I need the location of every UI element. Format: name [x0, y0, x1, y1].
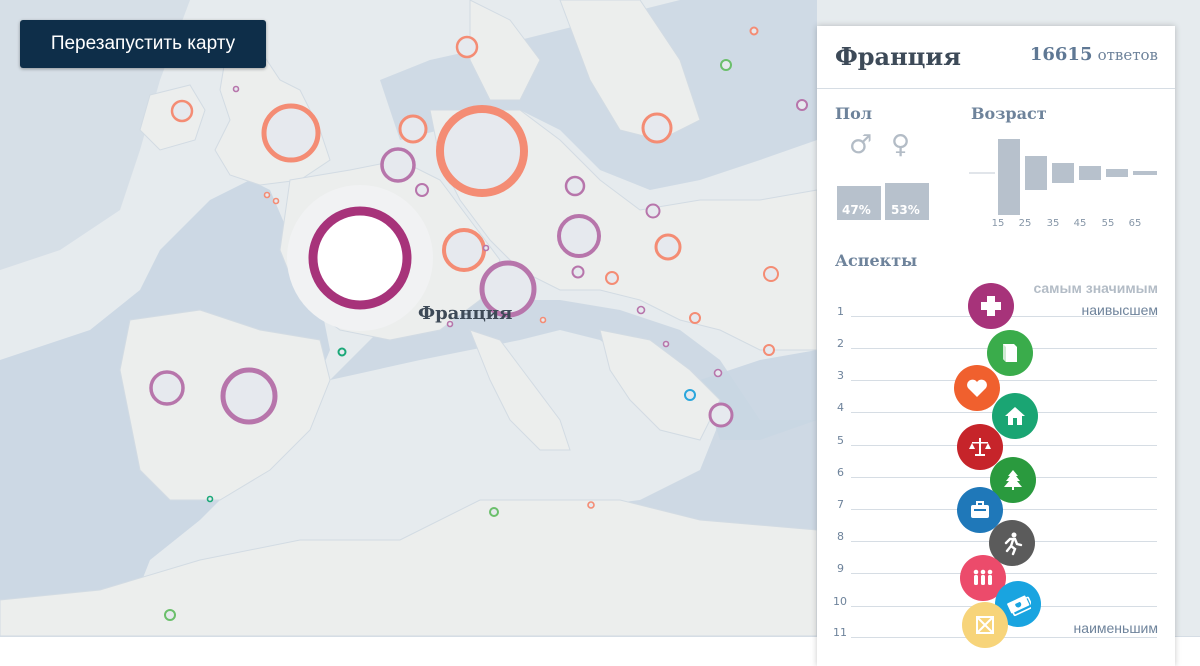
age-bar-55 — [1106, 169, 1128, 177]
age-title: Возраст — [971, 104, 1047, 123]
safety-icon[interactable] — [962, 602, 1008, 648]
rank-number: 7 — [837, 498, 844, 511]
age-tick-45: 45 — [1073, 218, 1087, 229]
age-bar-45 — [1079, 166, 1101, 180]
male-icon: ♂ — [849, 130, 873, 160]
selected-country-label: Франция — [418, 303, 513, 324]
education-icon[interactable] — [987, 330, 1033, 376]
panel-country-title: Франция — [835, 42, 961, 71]
female-percent: 53% — [891, 203, 920, 217]
housing-icon[interactable] — [992, 393, 1038, 439]
rank-number: 2 — [837, 337, 844, 350]
age-bar-65 — [1133, 171, 1157, 175]
rank-number: 10 — [833, 595, 847, 608]
rank-number: 3 — [837, 369, 844, 382]
gender-title: Пол — [835, 104, 873, 123]
rank-number: 11 — [833, 626, 847, 639]
rank-line — [851, 509, 1157, 510]
age-bar-25 — [1025, 156, 1047, 190]
female-icon: ♀ — [891, 130, 911, 160]
answers-number: 16615 — [1029, 44, 1093, 65]
age-bar-15 — [998, 139, 1020, 215]
rank-number: 6 — [837, 466, 844, 479]
male-percent: 47% — [842, 203, 871, 217]
panel-divider — [817, 88, 1175, 89]
age-tick-15: 15 — [991, 218, 1005, 229]
rank-number: 9 — [837, 562, 844, 575]
scale-lowest: наименьшим — [1073, 620, 1158, 636]
life-satisfaction-icon[interactable] — [954, 365, 1000, 411]
aspects-title: Аспекты — [835, 251, 918, 270]
scale-most-important: самым значимым — [1033, 280, 1158, 296]
rank-number: 5 — [837, 434, 844, 447]
age-tick-35: 35 — [1046, 218, 1060, 229]
answers-label: ответов — [1097, 46, 1158, 64]
answers-count: 16615 ответов — [1030, 44, 1158, 65]
rank-number: 1 — [837, 305, 844, 318]
age-bar-35 — [1052, 163, 1074, 183]
health-icon[interactable] — [968, 283, 1014, 329]
rank-line — [851, 445, 1157, 446]
rank-number: 4 — [837, 401, 844, 414]
age-tick-25: 25 — [1018, 218, 1032, 229]
age-tick-55: 55 — [1101, 218, 1115, 229]
age-tick-65: 65 — [1128, 218, 1142, 229]
age-histogram — [969, 139, 1157, 215]
rank-number: 8 — [837, 530, 844, 543]
rank-line — [851, 380, 1157, 381]
country-info-panel: Франция 16615 ответов Пол ♂ ♀ 47% 53% Во… — [817, 26, 1175, 666]
restart-map-button[interactable]: Перезапустить карту — [20, 20, 266, 68]
